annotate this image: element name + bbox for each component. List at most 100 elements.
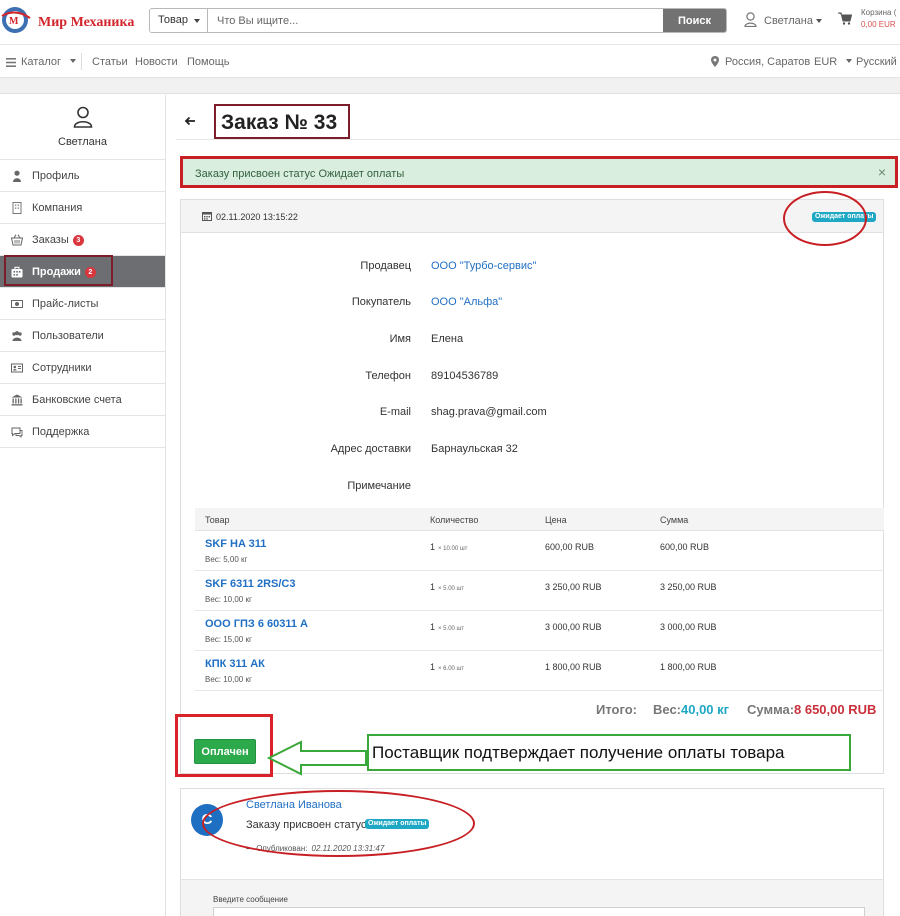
location-selector[interactable]: Россия, Саратов xyxy=(711,56,810,68)
page-header: Заказ № 33 xyxy=(180,104,900,139)
total-weight-value: 40,00 кг xyxy=(681,702,730,717)
seller-link[interactable]: ООО "Турбо-сервис" xyxy=(431,260,536,272)
product-sum: 3 250,00 RUB xyxy=(660,582,717,592)
total-weight-label: Вес: xyxy=(653,702,682,717)
catalog-menu[interactable]: Каталог xyxy=(6,56,77,68)
quantity-note: × 5.00 шт xyxy=(438,626,465,632)
product-quantity: 1 × 5.00 шт xyxy=(430,622,464,632)
back-arrow-icon[interactable] xyxy=(184,115,196,127)
sidebar-item-sales[interactable]: Продажи 2 xyxy=(0,255,165,288)
seller-label: Продавец xyxy=(360,260,411,272)
status-highlight-ellipse xyxy=(783,191,867,246)
message-label: Введите сообщение xyxy=(213,895,288,904)
search-button[interactable]: Поиск xyxy=(663,9,726,32)
cart-total: 0,00 EUR xyxy=(861,20,896,29)
sidebar-item-label: Сотрудники xyxy=(32,362,92,374)
chevron-down-icon xyxy=(194,19,200,23)
product-quantity: 1 × 5.00 шт xyxy=(430,582,464,592)
quantity-value: 1 xyxy=(430,582,436,592)
sidebar-item-bank-accounts[interactable]: Банковские счета xyxy=(0,384,165,416)
nav-link-articles[interactable]: Статьи xyxy=(92,56,128,68)
location-label: Россия, Саратов xyxy=(725,56,811,68)
list-icon xyxy=(6,58,16,67)
product-link[interactable]: SKF HA 311 xyxy=(205,538,266,550)
sidebar-item-label: Заказы xyxy=(32,234,69,246)
sidebar-item-label: Прайс-листы xyxy=(32,298,99,310)
mark-paid-button[interactable]: Оплачен xyxy=(194,739,256,764)
sidebar-item-users[interactable]: Пользователи xyxy=(0,320,165,352)
logo-text: Мир Механика xyxy=(38,15,135,30)
account-sidebar: Светлана Профиль Компания Заказы 3 Продаж… xyxy=(0,95,166,916)
quantity-value: 1 xyxy=(430,542,436,552)
sidebar-item-price-lists[interactable]: Прайс-листы xyxy=(0,288,165,320)
email-label: E-mail xyxy=(379,406,411,418)
building-icon xyxy=(12,202,22,214)
close-icon[interactable]: × xyxy=(875,165,889,179)
user-avatar-icon xyxy=(73,106,93,128)
product-weight: Вес: 10,00 кг xyxy=(205,595,252,604)
buyer-link[interactable]: ООО "Альфа" xyxy=(431,296,502,308)
quantity-value: 1 xyxy=(430,622,436,632)
site-logo[interactable]: M Мир Механика xyxy=(0,4,140,36)
product-quantity: 1 × 6.00 шт xyxy=(430,662,464,672)
product-link[interactable]: SKF 6311 2RS/C3 xyxy=(205,578,296,590)
sidebar-item-text: Заказы 3 xyxy=(32,234,84,246)
sidebar-item-profile[interactable]: Профиль xyxy=(0,160,165,192)
search-type-select[interactable]: Товар xyxy=(150,9,208,32)
sidebar-item-orders[interactable]: Заказы 3 xyxy=(0,224,165,256)
search-bar: Товар Поиск xyxy=(149,8,727,33)
sales-highlight-frame xyxy=(4,255,113,286)
order-date: 02.11.2020 13:15:22 xyxy=(216,212,298,222)
currency-selector[interactable]: EUR xyxy=(814,56,853,68)
email-value: shag.prava@gmail.com xyxy=(431,406,547,418)
address-label: Адрес доставки xyxy=(330,443,411,455)
quantity-note: × 5.00 шт xyxy=(438,586,465,592)
chevron-down-icon xyxy=(70,59,77,63)
sidebar-item-label: Компания xyxy=(32,202,83,214)
annotation-callout: Поставщик подтверждает получение оплаты … xyxy=(367,734,851,771)
total-sum-value: 8 650,00 RUB xyxy=(794,702,877,717)
product-link[interactable]: ООО ГПЗ 6 60311 А xyxy=(205,618,308,630)
product-sum: 1 800,00 RUB xyxy=(660,662,717,672)
sidebar-item-support[interactable]: Поддержка xyxy=(0,416,165,448)
sidebar-item-company[interactable]: Компания xyxy=(0,192,165,224)
product-price: 600,00 RUB xyxy=(545,542,595,552)
catalog-label: Каталог xyxy=(21,56,61,68)
user-menu-label: Светлана xyxy=(764,15,813,27)
table-row: ООО ГПЗ 6 60311 А Вес: 15,00 кг 1 × 5.00 … xyxy=(195,611,884,651)
language-selector[interactable]: Русский xyxy=(856,56,897,68)
title-divider xyxy=(176,139,900,140)
phone-value: 89104536789 xyxy=(431,370,499,382)
message-input[interactable] xyxy=(213,907,865,916)
nav-link-news[interactable]: Новости xyxy=(135,56,178,68)
logo-mark-icon: M xyxy=(1,7,31,33)
sidebar-item-employees[interactable]: Сотрудники xyxy=(0,352,165,384)
product-price: 3 000,00 RUB xyxy=(545,622,602,632)
table-row: КПК 311 АК Вес: 10,00 кг 1 × 6.00 шт 1 80… xyxy=(195,651,884,691)
status-alert: Заказу присвоен статус Ожидает оплаты × xyxy=(180,156,898,188)
quantity-note: × 10.00 шт xyxy=(438,546,468,552)
chat-icon xyxy=(11,427,23,438)
product-quantity: 1 × 10.00 шт xyxy=(430,542,467,552)
alert-message: Заказу присвоен статус Ожидает оплаты xyxy=(195,168,405,180)
cart[interactable]: Корзина ( 0,00 EUR xyxy=(838,8,900,34)
user-icon xyxy=(744,12,757,27)
phone-label: Телефон xyxy=(365,370,411,382)
currency-label: EUR xyxy=(814,56,838,68)
order-card: 02.11.2020 13:15:22 Ожидает оплаты Прода… xyxy=(175,191,884,777)
search-type-label: Товар xyxy=(158,14,188,26)
comment-form: Введите сообщение xyxy=(181,879,883,916)
search-input[interactable] xyxy=(208,9,664,32)
sidebar-item-label: Поддержка xyxy=(32,426,90,438)
buyer-label: Покупатель xyxy=(351,296,411,308)
nav-link-help[interactable]: Помощь xyxy=(187,56,230,68)
product-price: 1 800,00 RUB xyxy=(545,662,602,672)
name-label: Имя xyxy=(389,333,411,345)
quantity-note: × 6.00 шт xyxy=(438,666,465,672)
note-label: Примечание xyxy=(347,480,411,492)
location-pin-icon xyxy=(711,56,719,67)
product-link[interactable]: КПК 311 АК xyxy=(205,658,265,670)
top-header: M Мир Механика Товар Поиск Светлана Корз… xyxy=(0,0,900,44)
product-price: 3 250,00 RUB xyxy=(545,582,602,592)
person-icon xyxy=(13,170,21,182)
